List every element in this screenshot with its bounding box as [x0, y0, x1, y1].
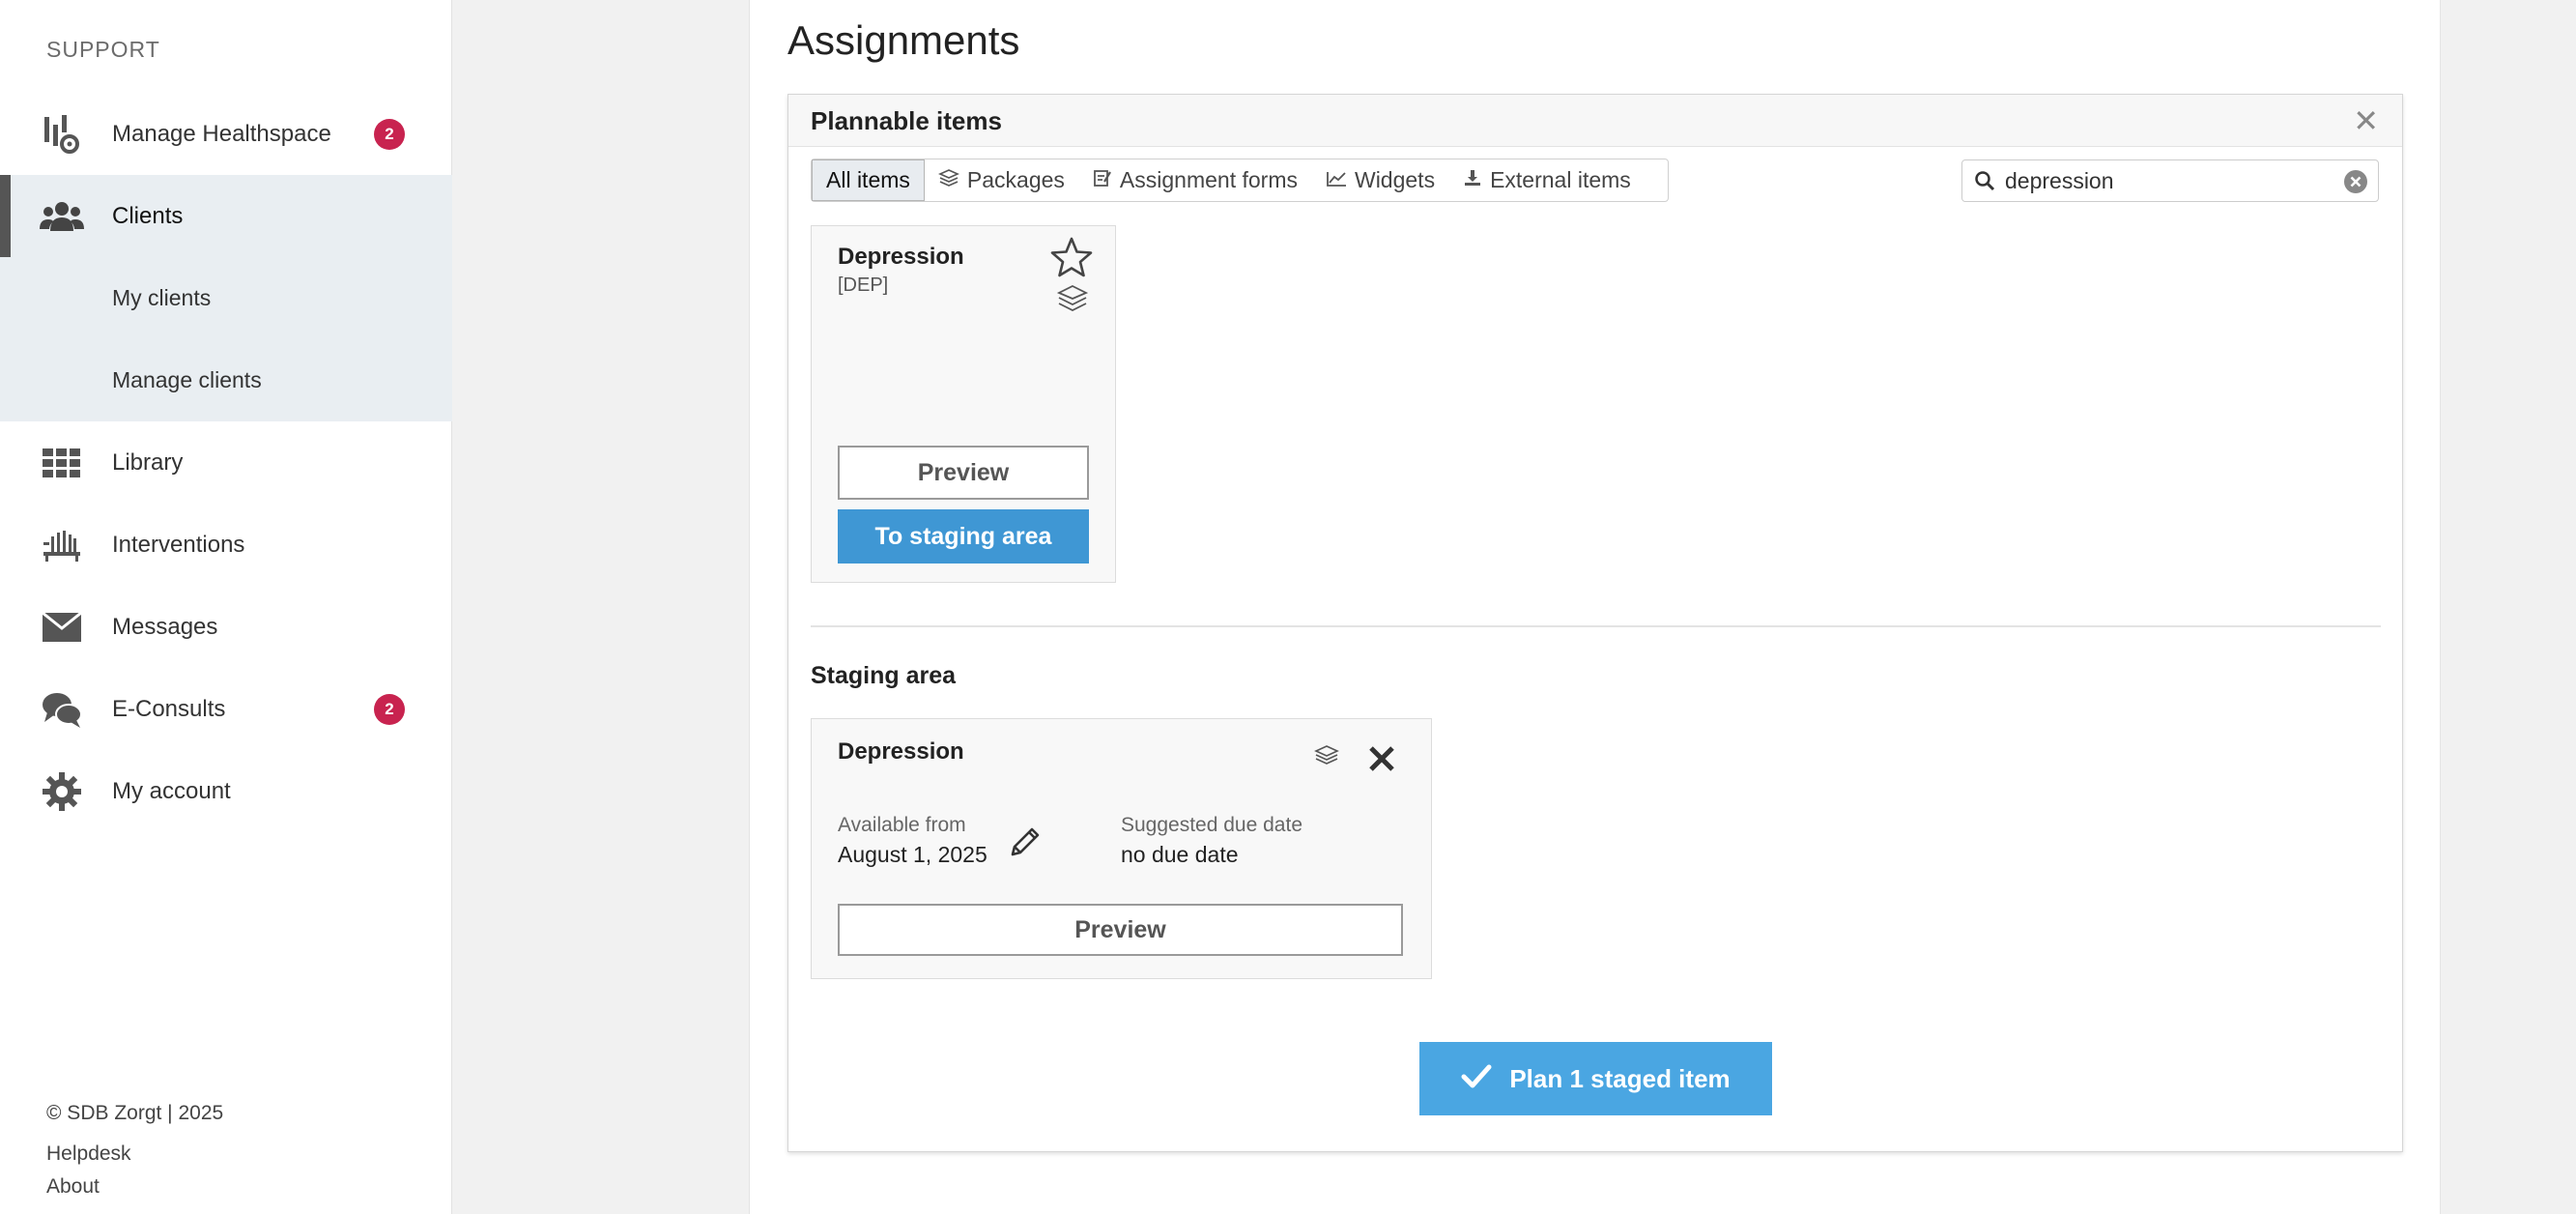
- sidebar-item-label: E-Consults: [112, 695, 226, 722]
- staged-preview-button[interactable]: Preview: [838, 904, 1403, 956]
- page-title: Assignments: [787, 17, 1020, 63]
- due-date-value: no due date: [1121, 842, 1239, 867]
- sidebar-item-label: Interventions: [112, 531, 245, 558]
- sidebar-section-title: SUPPORT: [46, 37, 160, 62]
- filter-assignment-forms[interactable]: Assignment forms: [1079, 159, 1312, 201]
- chat-icon: [39, 686, 85, 733]
- filter-external-items[interactable]: External items: [1449, 159, 1646, 201]
- sidebar-item-label: Manage Healthspace: [112, 120, 331, 147]
- package-layers-icon: [1314, 744, 1339, 774]
- notification-badge: 2: [374, 118, 405, 150]
- item-title: Depression: [838, 244, 964, 270]
- envelope-icon: [39, 604, 85, 650]
- sidebar-item-library[interactable]: Library: [0, 421, 452, 504]
- layers-icon: [937, 167, 959, 193]
- footer-link-about[interactable]: About: [46, 1175, 100, 1199]
- section-divider: [811, 625, 2381, 627]
- staged-item-title: Depression: [838, 738, 964, 765]
- remove-icon[interactable]: [1367, 744, 1396, 778]
- due-date-label: Suggested due date: [1121, 814, 1302, 836]
- search-icon: [1974, 170, 1995, 196]
- sidebar-item-e-consults[interactable]: E-Consults 2: [0, 668, 452, 750]
- favorite-star-icon[interactable]: [1049, 236, 1094, 283]
- staged-item-card: Depression Available from August 1, 2025…: [811, 718, 1432, 979]
- sidebar-item-interventions[interactable]: Interventions: [0, 504, 452, 586]
- sidebar: SUPPORT Manage Healthspace 2 Clients My …: [0, 0, 452, 1214]
- panel-title: Plannable items: [811, 106, 1002, 135]
- footer-copyright: © SDB Zorgt | 2025: [46, 1102, 224, 1124]
- plannable-items-panel: Plannable items ✕ All items Packages Ass…: [787, 94, 2403, 1152]
- healthspace-icon: [39, 111, 85, 158]
- available-from-label: Available from: [838, 814, 966, 836]
- sidebar-item-label: My account: [112, 777, 231, 804]
- filter-label: Widgets: [1354, 167, 1436, 192]
- gear-icon: [39, 768, 85, 815]
- sidebar-item-manage-healthspace[interactable]: Manage Healthspace 2: [0, 93, 452, 175]
- form-icon: [1093, 167, 1112, 193]
- sidebar-item-label: Library: [112, 448, 184, 476]
- sidebar-subitem-manage-clients[interactable]: Manage clients: [0, 339, 452, 421]
- sidebar-item-clients[interactable]: Clients: [0, 175, 452, 257]
- package-layers-icon: [1056, 284, 1089, 318]
- search-field: [1961, 159, 2379, 202]
- filter-label: Packages: [966, 167, 1065, 192]
- interventions-icon: [39, 522, 85, 568]
- sidebar-subitem-my-clients[interactable]: My clients: [0, 257, 452, 339]
- close-icon[interactable]: ✕: [2353, 105, 2379, 136]
- download-icon: [1463, 167, 1482, 193]
- sidebar-item-my-account[interactable]: My account: [0, 750, 452, 832]
- filter-label: External items: [1490, 167, 1631, 192]
- sidebar-item-label: My clients: [112, 285, 212, 310]
- plan-staged-items-button[interactable]: Plan 1 staged item: [1419, 1042, 1772, 1115]
- available-from-value: August 1, 2025: [838, 842, 987, 867]
- sidebar-item-messages[interactable]: Messages: [0, 586, 452, 668]
- filter-packages[interactable]: Packages: [925, 159, 1079, 201]
- chart-icon: [1326, 167, 1347, 193]
- preview-button[interactable]: Preview: [838, 446, 1089, 500]
- footer-link-helpdesk[interactable]: Helpdesk: [46, 1142, 131, 1166]
- to-staging-area-button[interactable]: To staging area: [838, 509, 1089, 564]
- sidebar-item-label: Manage clients: [112, 367, 262, 392]
- filter-label: All items: [826, 167, 910, 192]
- sidebar-item-label: Clients: [112, 202, 184, 229]
- clear-search-icon[interactable]: [2343, 169, 2368, 199]
- sidebar-item-label: Messages: [112, 613, 218, 640]
- filter-label: Assignment forms: [1119, 167, 1298, 192]
- filter-widgets[interactable]: Widgets: [1312, 159, 1449, 201]
- plan-button-label: Plan 1 staged item: [1509, 1063, 1731, 1093]
- users-icon: [39, 193, 85, 240]
- filter-all-items[interactable]: All items: [812, 159, 925, 201]
- item-code: [DEP]: [838, 275, 889, 296]
- filter-tabs: All items Packages Assignment forms Widg…: [811, 159, 1669, 202]
- checkmark-icon: [1461, 1063, 1492, 1095]
- panel-header: Plannable items ✕: [788, 95, 2402, 147]
- grid-icon: [39, 440, 85, 486]
- search-input[interactable]: [2005, 166, 2333, 195]
- notification-badge: 2: [374, 693, 405, 725]
- plannable-item-card: Depression [DEP] Preview To staging area: [811, 225, 1116, 583]
- staging-area-title: Staging area: [811, 662, 957, 689]
- edit-pencil-icon[interactable]: [1007, 825, 1042, 865]
